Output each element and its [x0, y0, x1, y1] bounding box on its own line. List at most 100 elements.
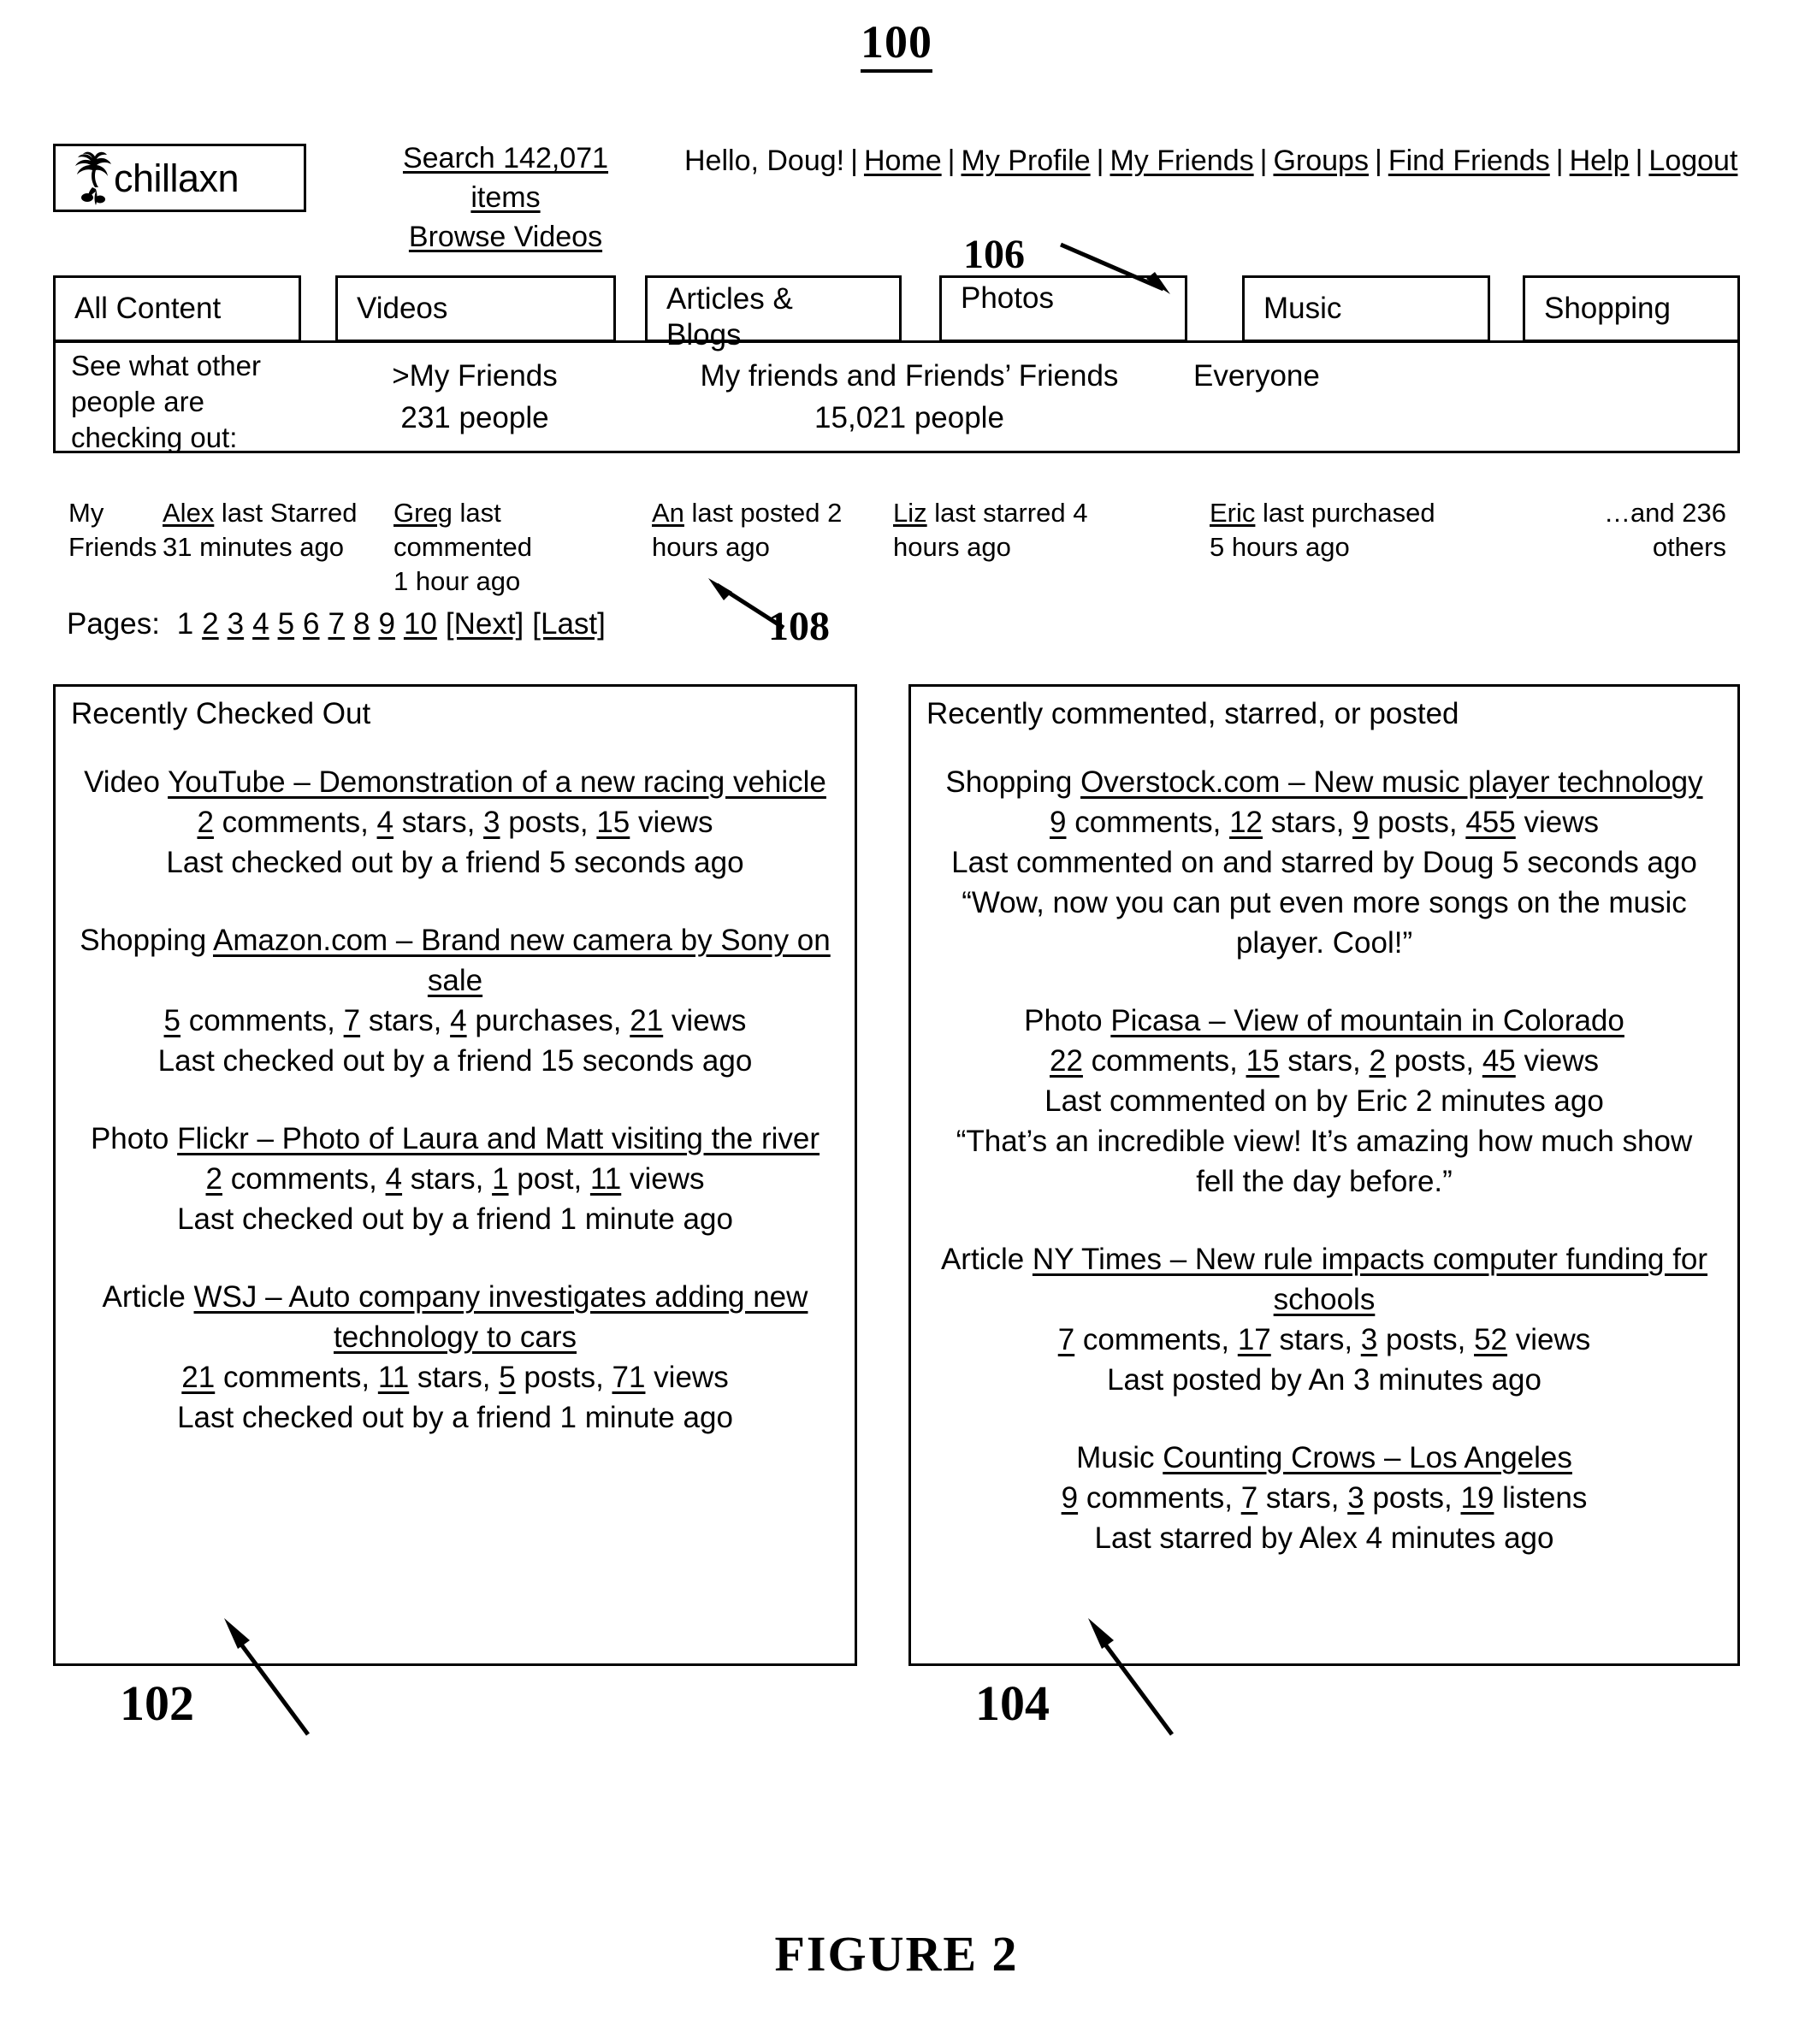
content-entry: Article NY Times – New rule impacts comp…: [911, 1239, 1737, 1400]
entry-stat-count[interactable]: 19: [1461, 1481, 1494, 1515]
filter-option-my-friends[interactable]: >My Friends 231 people: [346, 355, 603, 439]
tab-music[interactable]: Music: [1242, 275, 1490, 342]
tab-articles-blogs[interactable]: Articles & Blogs: [645, 275, 902, 351]
entry-stat-count[interactable]: 52: [1474, 1323, 1507, 1356]
entry-stat-count[interactable]: 21: [630, 1004, 663, 1037]
entry-kind-label: Article: [102, 1280, 194, 1314]
content-entry: Photo Picasa – View of mountain in Color…: [911, 1001, 1737, 1202]
pagination-page-5[interactable]: 5: [278, 607, 294, 641]
entry-stat-count[interactable]: 22: [1050, 1044, 1083, 1078]
entry-stat-count[interactable]: 21: [181, 1361, 215, 1394]
entry-title-link[interactable]: NY Times – New rule impacts computer fun…: [1033, 1243, 1707, 1316]
entry-stat-count[interactable]: 3: [1347, 1481, 1364, 1515]
search-items-link[interactable]: Search 142,071 items: [403, 142, 608, 214]
nav-link-logout[interactable]: Logout: [1648, 145, 1737, 177]
entry-stat-count[interactable]: 9: [1062, 1481, 1078, 1515]
entry-stat-count[interactable]: 9: [1050, 806, 1066, 839]
entry-stat-count[interactable]: 3: [1361, 1323, 1377, 1356]
entry-stat-count[interactable]: 3: [483, 806, 500, 839]
nav-link-groups[interactable]: Groups: [1273, 145, 1369, 177]
activity-action: last starred 4: [926, 498, 1088, 528]
entry-stat-count[interactable]: 5: [499, 1361, 515, 1394]
callout-106-arrow: [1060, 242, 1170, 294]
nav-link-find-friends[interactable]: Find Friends: [1388, 145, 1550, 177]
entry-stat-count[interactable]: 12: [1229, 806, 1263, 839]
entry-stat-count[interactable]: 15: [1246, 1044, 1280, 1078]
entry-stat-count[interactable]: 1: [492, 1162, 508, 1196]
entry-title-link[interactable]: Picasa – View of mountain in Colorado: [1110, 1004, 1624, 1037]
entry-stat-count[interactable]: 71: [612, 1361, 646, 1394]
entry-title-link[interactable]: Overstock.com – New music player technol…: [1080, 765, 1703, 799]
pagination-page-3[interactable]: 3: [228, 607, 244, 641]
entry-title-link[interactable]: Amazon.com – Brand new camera by Sony on…: [213, 924, 831, 997]
content-entry: Video YouTube – Demonstration of a new r…: [56, 762, 855, 883]
nav-separator: |: [1096, 145, 1104, 177]
greeting-text: Hello, Doug!: [684, 145, 845, 177]
pagination-page-10[interactable]: 10: [404, 607, 437, 641]
recently-checked-out-panel: Recently Checked Out Video YouTube – Dem…: [53, 684, 857, 1666]
entry-stat-count[interactable]: 455: [1465, 806, 1515, 839]
entry-stat-count[interactable]: 9: [1352, 806, 1369, 839]
entry-stat-count[interactable]: 2: [1370, 1044, 1386, 1078]
tab-videos[interactable]: Videos: [335, 275, 616, 342]
entry-stat-count[interactable]: 7: [344, 1004, 360, 1037]
pagination-page-6[interactable]: 6: [303, 607, 319, 641]
entry-stat-count[interactable]: 4: [377, 806, 394, 839]
nav-link-help[interactable]: Help: [1570, 145, 1630, 177]
entry-title-link[interactable]: Flickr – Photo of Laura and Matt visitin…: [177, 1122, 820, 1155]
pagination-page-4[interactable]: 4: [252, 607, 269, 641]
nav-link-home[interactable]: Home: [864, 145, 942, 177]
entry-stat-count[interactable]: 2: [206, 1162, 222, 1196]
pagination-page-2[interactable]: 2: [202, 607, 218, 641]
entry-stat-count[interactable]: 7: [1241, 1481, 1257, 1515]
pagination-page-9[interactable]: 9: [378, 607, 394, 641]
browse-videos-link[interactable]: Browse Videos: [409, 221, 602, 253]
entry-stat-count[interactable]: 11: [378, 1361, 409, 1394]
site-logo[interactable]: chillaxn: [53, 144, 306, 212]
entry-stat-label: post,: [508, 1162, 590, 1196]
activity-user-link[interactable]: Alex: [163, 498, 214, 528]
nav-link-my-friends[interactable]: My Friends: [1110, 145, 1253, 177]
tab-shopping[interactable]: Shopping: [1523, 275, 1740, 342]
entry-stat-count[interactable]: 2: [197, 806, 213, 839]
activity-user-link[interactable]: Greg: [394, 498, 453, 528]
entry-stat-count[interactable]: 11: [590, 1162, 621, 1196]
entry-stat-count[interactable]: 7: [1058, 1323, 1074, 1356]
entry-title-link[interactable]: WSJ – Auto company investigates adding n…: [194, 1280, 808, 1354]
content-entry: Shopping Overstock.com – New music playe…: [911, 762, 1737, 963]
nav-separator: |: [1259, 145, 1268, 177]
pagination-next-link[interactable]: [Next]: [446, 607, 524, 641]
entry-stat-label: posts,: [1385, 1044, 1482, 1078]
filter-option-everyone[interactable]: Everyone: [1193, 355, 1450, 397]
entry-meta: Last checked out by a friend 1 minute ag…: [177, 1401, 733, 1434]
activity-user-link[interactable]: Liz: [893, 498, 927, 528]
filter-option-friends-of-friends[interactable]: My friends and Friends’ Friends 15,021 p…: [644, 355, 1175, 439]
entry-headline: Photo Picasa – View of mountain in Color…: [933, 1001, 1715, 1041]
activity-user-link[interactable]: Eric: [1210, 498, 1255, 528]
entry-stat-count[interactable]: 4: [450, 1004, 466, 1037]
entry-stat-count[interactable]: 17: [1238, 1323, 1271, 1356]
nav-separator: |: [1635, 145, 1643, 177]
entry-stat-count[interactable]: 15: [596, 806, 630, 839]
entry-stats: 9 comments, 12 stars, 9 posts, 455 views: [933, 802, 1715, 842]
entry-stat-label: listens: [1494, 1481, 1588, 1515]
entry-kind-label: Article: [940, 1243, 1033, 1276]
nav-separator: |: [850, 145, 858, 177]
entry-stat-count[interactable]: 5: [164, 1004, 180, 1037]
activity-more-others[interactable]: …and 236 others: [1499, 496, 1726, 564]
entry-title-link[interactable]: Counting Crows – Los Angeles: [1163, 1441, 1572, 1474]
entry-meta: Last checked out by a friend 1 minute ag…: [177, 1202, 733, 1236]
pagination-page-7[interactable]: 7: [328, 607, 345, 641]
pagination-page-8[interactable]: 8: [353, 607, 370, 641]
entry-title-link[interactable]: YouTube – Demonstration of a new racing …: [168, 765, 826, 799]
entry-stat-label: posts,: [515, 1361, 612, 1394]
nav-link-my-profile[interactable]: My Profile: [962, 145, 1091, 177]
pagination-last-link[interactable]: [Last]: [532, 607, 606, 641]
entry-stat-count[interactable]: 4: [386, 1162, 402, 1196]
activity-user-link[interactable]: An: [652, 498, 684, 528]
search-block: Search 142,071 items Browse Videos: [364, 139, 647, 257]
entry-meta: Last starred by Alex 4 minutes ago: [1094, 1521, 1554, 1555]
tab-all-content[interactable]: All Content: [53, 275, 301, 342]
entry-kind-label: Photo: [90, 1122, 178, 1155]
entry-stat-count[interactable]: 45: [1482, 1044, 1516, 1078]
